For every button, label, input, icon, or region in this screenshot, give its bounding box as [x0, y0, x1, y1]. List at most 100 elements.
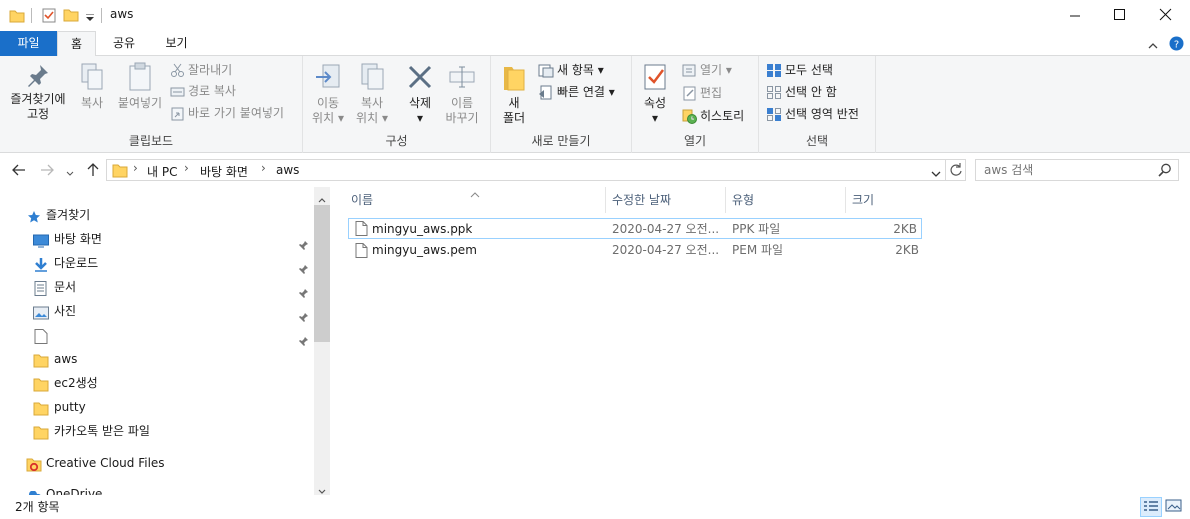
scissors-icon	[171, 63, 184, 77]
easy-access-button[interactable]: 빠른 연결 ▾	[538, 82, 615, 102]
select-all-icon	[767, 64, 781, 77]
file-row[interactable]: mingyu_aws.ppk 2020-04-27 오전... PPK 파일 2…	[348, 218, 922, 239]
tab-view[interactable]: 보기	[154, 31, 199, 56]
invert-selection-button[interactable]: 선택 영역 반전	[766, 104, 859, 124]
breadcrumb-chevron-icon[interactable]: ›	[133, 161, 138, 175]
breadcrumb-chevron-icon[interactable]: ›	[261, 161, 266, 175]
select-group-label: 선택	[805, 134, 829, 148]
nav-item-documents[interactable]: 문서	[0, 275, 315, 299]
move-to-button[interactable]: 이동 위치 ▾	[309, 62, 347, 126]
select-all-button[interactable]: 모두 선택	[766, 60, 833, 80]
column-header-name[interactable]: 이름	[345, 187, 606, 213]
tab-file[interactable]: 파일	[0, 31, 57, 56]
column-header-size[interactable]: 크기	[846, 187, 922, 213]
new-item-button[interactable]: 새 항목 ▾	[538, 60, 604, 80]
pin-to-quick-access-button[interactable]: 즐겨찾기에 고정	[4, 62, 72, 122]
details-view-button[interactable]	[1140, 497, 1162, 517]
nav-label-creative-cloud: Creative Cloud Files	[46, 456, 165, 470]
nav-item-pictures[interactable]: 사진	[0, 299, 315, 323]
nav-item-desktop[interactable]: 바탕 화면	[0, 227, 315, 251]
column-header-type[interactable]: 유형	[726, 187, 846, 213]
cut-button[interactable]: 잘라내기	[170, 60, 232, 80]
nav-item-ec2[interactable]: ec2생성	[0, 371, 315, 395]
breadcrumb-desktop[interactable]: 바탕 화면	[200, 163, 248, 180]
edit-button[interactable]: 편집	[682, 83, 722, 103]
nav-item-creative-cloud[interactable]: Creative Cloud Files	[0, 451, 315, 475]
breadcrumb-aws[interactable]: aws	[276, 163, 299, 177]
nav-label: aws	[54, 352, 78, 366]
file-date: 2020-04-27 오전...	[612, 222, 720, 236]
nav-item-putty[interactable]: putty	[0, 395, 315, 419]
nav-item-downloads[interactable]: 다운로드	[0, 251, 315, 275]
details-view-icon	[1144, 501, 1158, 511]
properties-icon[interactable]	[41, 7, 57, 26]
new-folder-button[interactable]: 새 폴더	[497, 62, 531, 126]
folder-icon	[112, 163, 128, 181]
history-button[interactable]: 히스토리	[682, 106, 744, 126]
nav-item-onedrive[interactable]: OneDrive	[0, 482, 315, 495]
organize-group: 이동 위치 ▾ 복사 위치 ▾ 삭제 ▾ 이름 바꾸기 구성	[303, 56, 491, 153]
new-folder-icon[interactable]	[63, 7, 79, 26]
breadcrumb-this-pc[interactable]: 내 PC	[147, 163, 177, 180]
nav-label: ec2생성	[54, 376, 98, 390]
copy-path-button[interactable]: 경로 복사	[170, 81, 236, 101]
rename-button[interactable]: 이름 바꾸기	[443, 62, 481, 126]
folder-icon	[9, 8, 25, 27]
nav-item-blank[interactable]	[0, 323, 315, 347]
address-dropdown-chevron-icon[interactable]	[931, 167, 941, 181]
nav-label: 사진	[54, 304, 77, 318]
ribbon-collapse-chevron-icon[interactable]	[1148, 39, 1158, 53]
easy-access-label: 빠른 연결	[557, 85, 605, 99]
rename-icon	[449, 66, 475, 88]
search-icon[interactable]	[1158, 163, 1172, 180]
refresh-button[interactable]	[946, 159, 966, 181]
copy-to-button[interactable]: 복사 위치 ▾	[351, 62, 393, 126]
clipboard-group-label: 클립보드	[128, 134, 174, 148]
address-bar[interactable]: › 내 PC › 바탕 화면 › aws	[106, 159, 946, 181]
search-box[interactable]	[975, 159, 1179, 181]
folder-icon	[33, 424, 49, 448]
file-date: 2020-04-27 오전...	[612, 243, 720, 257]
file-name: mingyu_aws.pem	[372, 243, 477, 257]
copy-path-label: 경로 복사	[188, 84, 236, 98]
minimize-icon[interactable]	[1068, 9, 1082, 26]
tab-share[interactable]: 공유	[103, 31, 145, 56]
move-to-label-1: 이동	[316, 96, 340, 110]
paste-shortcut-button[interactable]: 바로 가기 붙여넣기	[170, 103, 284, 123]
recent-locations-chevron-icon[interactable]	[66, 166, 74, 180]
close-icon[interactable]	[1159, 8, 1173, 25]
open-button[interactable]: 열기 ▾	[682, 60, 732, 80]
forward-arrow-icon[interactable]	[40, 163, 54, 180]
column-header-date[interactable]: 수정한 날짜	[606, 187, 726, 213]
paste-label: 붙여넣기	[117, 96, 163, 110]
nav-item-aws[interactable]: aws	[0, 347, 315, 371]
nav-item-kakaotalk[interactable]: 카카오톡 받은 파일	[0, 419, 315, 443]
back-arrow-icon[interactable]	[12, 163, 26, 180]
title-bar: aws	[0, 0, 1190, 31]
rename-label-2: 바꾸기	[445, 111, 479, 125]
copy-button[interactable]: 복사	[76, 62, 108, 111]
properties-button[interactable]: 속성 ▾	[638, 62, 672, 126]
organize-group-label: 구성	[385, 134, 408, 148]
large-icons-view-button[interactable]	[1165, 498, 1183, 517]
select-none-button[interactable]: 선택 안 함	[766, 82, 837, 102]
help-icon[interactable]: ?	[1169, 36, 1184, 54]
paste-icon	[129, 62, 151, 91]
scroll-up-chevron-icon[interactable]	[318, 192, 326, 206]
tab-home[interactable]: 홈	[57, 31, 96, 57]
file-size: 2KB	[893, 222, 917, 236]
nav-item-quick-access[interactable]: 즐겨찾기	[0, 203, 315, 227]
up-arrow-icon[interactable]	[86, 162, 100, 180]
nav-scrollbar[interactable]	[314, 187, 330, 495]
paste-button[interactable]: 붙여넣기	[114, 62, 166, 111]
nav-label: 바탕 화면	[54, 232, 102, 246]
file-row[interactable]: mingyu_aws.pem 2020-04-27 오전... PEM 파일 2…	[348, 240, 922, 261]
nav-label: putty	[54, 400, 86, 414]
maximize-icon[interactable]	[1113, 8, 1127, 25]
search-input[interactable]	[984, 161, 1154, 179]
breadcrumb-chevron-icon[interactable]: ›	[184, 161, 189, 175]
new-folder-icon	[504, 67, 525, 91]
scroll-thumb[interactable]	[314, 205, 330, 342]
delete-button[interactable]: 삭제 ▾	[401, 62, 439, 126]
customize-quick-access-icon[interactable]	[86, 11, 94, 25]
